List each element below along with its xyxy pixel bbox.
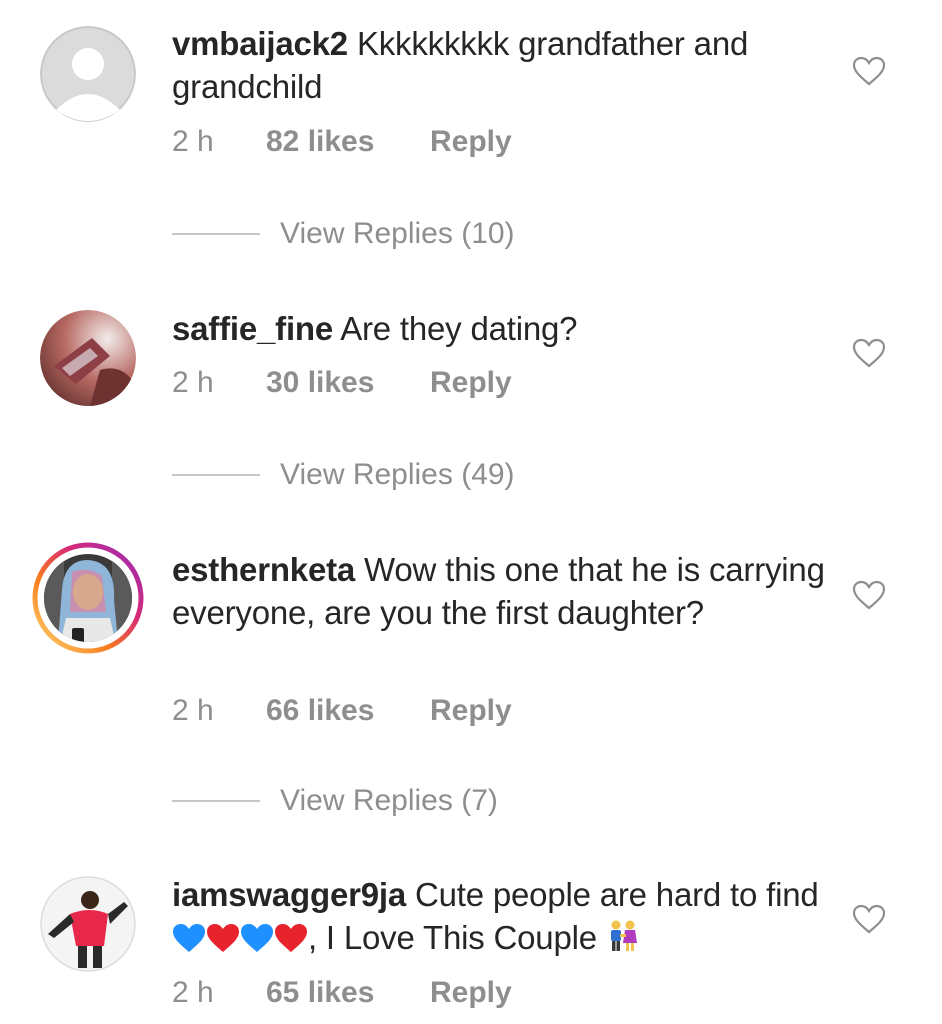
red-heart-icon <box>206 920 240 963</box>
comment-meta: 2 h 65 likes Reply <box>172 976 512 1010</box>
comment-meta: 2 h 66 likes Reply <box>172 694 512 728</box>
blue-heart-icon <box>240 920 274 963</box>
avatar-story-ring[interactable] <box>32 542 144 654</box>
view-replies-label: View Replies (10) <box>280 217 515 250</box>
view-replies-button[interactable]: View Replies (7) <box>172 781 498 821</box>
comment-text: vmbaijack2 Kkkkkkkkk grandfather and gra… <box>172 22 832 108</box>
reply-button[interactable]: Reply <box>430 694 512 728</box>
reply-button[interactable]: Reply <box>430 125 512 159</box>
likes-count[interactable]: 30 likes <box>266 366 430 400</box>
comment-body-continued: , I Love This Couple <box>308 919 597 956</box>
timestamp: 2 h <box>172 366 214 399</box>
reply-button[interactable]: Reply <box>430 366 512 400</box>
likes-count[interactable]: 82 likes <box>266 125 430 159</box>
divider-line <box>172 800 260 802</box>
view-replies-button[interactable]: View Replies (49) <box>172 455 515 495</box>
comment-meta: 2 h 30 likes Reply <box>172 366 512 400</box>
likes-count[interactable]: 65 likes <box>266 976 430 1010</box>
timestamp: 2 h <box>172 976 214 1009</box>
username[interactable]: esthernketa <box>172 551 355 588</box>
couple-holding-hands-icon <box>606 919 640 963</box>
view-replies-label: View Replies (7) <box>280 784 498 817</box>
comment-body: Are they dating? <box>340 310 578 347</box>
like-heart-icon[interactable] <box>852 338 886 368</box>
username[interactable]: vmbaijack2 <box>172 25 348 62</box>
comment-text: esthernketa Wow this one that he is carr… <box>172 548 832 634</box>
red-heart-icon <box>274 920 308 963</box>
blue-heart-icon <box>172 920 206 963</box>
username[interactable]: iamswagger9ja <box>172 876 406 913</box>
reply-button[interactable]: Reply <box>430 976 512 1010</box>
comment-meta: 2 h 82 likes Reply <box>172 125 512 159</box>
comment-text: saffie_fine Are they dating? <box>172 307 832 350</box>
like-heart-icon[interactable] <box>852 56 886 86</box>
avatar[interactable] <box>40 310 136 406</box>
username[interactable]: saffie_fine <box>172 310 333 347</box>
timestamp: 2 h <box>172 125 214 158</box>
avatar[interactable] <box>40 26 136 122</box>
profile-photo <box>40 876 136 972</box>
default-avatar-icon <box>40 26 136 122</box>
like-heart-icon[interactable] <box>852 580 886 610</box>
view-replies-label: View Replies (49) <box>280 458 515 491</box>
divider-line <box>172 474 260 476</box>
avatar[interactable] <box>40 876 136 972</box>
profile-photo-with-story-ring <box>32 542 144 654</box>
comment-text: iamswagger9ja Cute people are hard to fi… <box>172 873 832 963</box>
divider-line <box>172 233 260 235</box>
comment-body: Cute people are hard to find <box>415 876 819 913</box>
like-heart-icon[interactable] <box>852 904 886 934</box>
likes-count[interactable]: 66 likes <box>266 694 430 728</box>
timestamp: 2 h <box>172 694 214 727</box>
view-replies-button[interactable]: View Replies (10) <box>172 214 515 254</box>
profile-photo <box>40 310 136 406</box>
